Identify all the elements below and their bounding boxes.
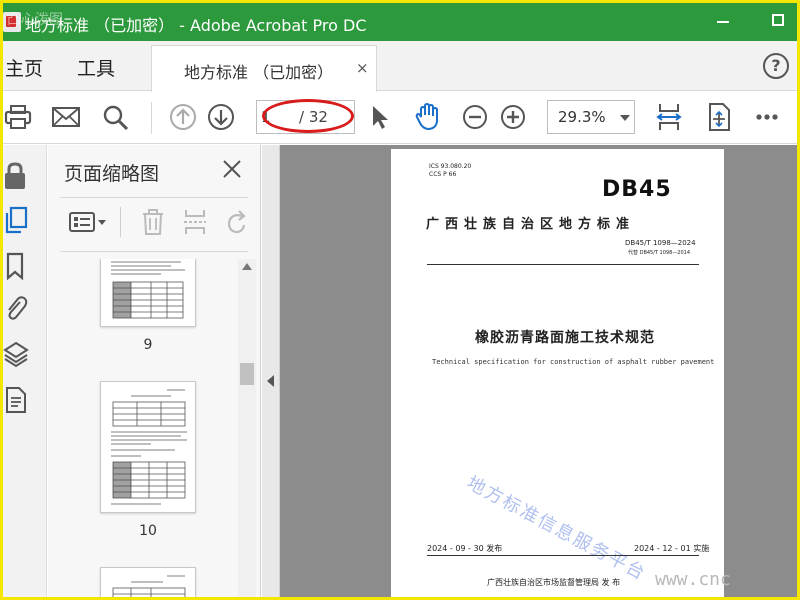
- publish-date: 2024 - 09 - 30 发布: [427, 544, 503, 553]
- window-title: 地方标准 （已加密） - Adobe Acrobat Pro DC: [25, 16, 367, 35]
- trash-icon[interactable]: [140, 207, 166, 237]
- zoom-select[interactable]: 29.3%: [547, 100, 635, 134]
- thumbnails-title: 页面缩略图: [64, 163, 160, 185]
- title-bar: 凸心泼图 地方标准 （已加密） - Adobe Acrobat Pro DC: [3, 3, 797, 41]
- footer-rule: [427, 555, 699, 556]
- close-icon[interactable]: [220, 157, 244, 181]
- minimize-icon[interactable]: [717, 21, 729, 23]
- zoom-value: 29.3%: [558, 108, 606, 126]
- select-cursor-icon[interactable]: [363, 101, 395, 133]
- standard-number: DB45/T 1098—2024: [625, 239, 696, 247]
- page-number-box: / 32: [256, 100, 355, 134]
- page-number-input[interactable]: [261, 104, 291, 130]
- zoom-out-icon[interactable]: [459, 101, 491, 133]
- scroll-thumb[interactable]: [240, 363, 254, 385]
- standard-region: 广西壮族自治区地方标准: [426, 217, 636, 232]
- attachment-icon[interactable]: [3, 293, 29, 323]
- thumbnail-options-icon[interactable]: [68, 207, 112, 237]
- thumbnail-page-number: 9: [143, 337, 153, 353]
- header-rule: [427, 264, 699, 265]
- ccs-code: CCS P 66: [429, 171, 457, 178]
- fit-page-icon[interactable]: [653, 101, 685, 133]
- thumbnail-page[interactable]: [100, 381, 196, 513]
- menu-bar: 主页 工具 地方标准 （已加密） × ?: [3, 41, 797, 92]
- implement-date: 2024 - 12 - 01 实施: [634, 544, 710, 553]
- tab-close-icon[interactable]: ×: [356, 59, 369, 77]
- acrobat-window: 凸心泼图 地方标准 （已加密） - Adobe Acrobat Pro DC 主…: [3, 3, 797, 597]
- thumbnail-list: 9 10: [48, 259, 236, 597]
- hand-icon[interactable]: [412, 101, 444, 133]
- help-icon[interactable]: ?: [763, 53, 789, 79]
- panel-collapse-handle[interactable]: [262, 145, 280, 597]
- document-icon[interactable]: [3, 385, 29, 415]
- toolbar-separator: [151, 102, 152, 134]
- document-view[interactable]: ICS 93.080.20 CCS P 66 DB45 广西壮族自治区地方标准 …: [262, 145, 797, 597]
- pdf-page: ICS 93.080.20 CCS P 66 DB45 广西壮族自治区地方标准 …: [391, 149, 724, 597]
- standard-code: DB45: [602, 177, 672, 202]
- scan-icon[interactable]: [703, 101, 735, 133]
- pages-icon[interactable]: [3, 205, 29, 235]
- replaces-standard: 代替 DB45/T 1098—2014: [628, 250, 691, 256]
- thumbnail-page[interactable]: [100, 567, 196, 597]
- prev-page-icon[interactable]: [167, 101, 199, 133]
- document-tab[interactable]: 地方标准 （已加密） ×: [151, 45, 377, 92]
- document-tab-label: 地方标准 （已加密）: [184, 63, 334, 82]
- home-menu[interactable]: 主页: [5, 54, 43, 81]
- panel-divider: [60, 251, 248, 252]
- issuer: 广西壮族自治区市场监督管理局 发 布: [487, 578, 621, 587]
- print-icon[interactable]: [3, 101, 35, 133]
- zoom-in-icon[interactable]: [497, 101, 529, 133]
- chevron-down-icon: [620, 115, 630, 121]
- next-page-icon[interactable]: [205, 101, 237, 133]
- rotate-icon[interactable]: [224, 207, 250, 237]
- panel-tool-separator: [120, 207, 121, 237]
- document-subtitle: Technical specification for construction…: [432, 358, 715, 366]
- panel-divider: [60, 197, 248, 198]
- toolbar: / 32 29.3%: [3, 92, 797, 144]
- thumbnail-page[interactable]: [100, 259, 196, 327]
- maximize-icon[interactable]: [772, 14, 784, 26]
- email-icon[interactable]: [50, 101, 82, 133]
- thumbnail-page-number: 10: [139, 523, 157, 539]
- scroll-up-icon[interactable]: [242, 263, 252, 270]
- chevron-left-icon: [267, 375, 274, 387]
- left-rail: [3, 145, 47, 597]
- document-title: 橡胶沥青路面施工技术规范: [475, 330, 655, 346]
- thumbnails-panel: 页面缩略图 9 10: [48, 145, 261, 597]
- search-icon[interactable]: [99, 101, 131, 133]
- more-icon[interactable]: [751, 101, 783, 133]
- layers-icon[interactable]: [3, 339, 29, 369]
- page-total: / 32: [299, 108, 328, 126]
- bookmark-icon[interactable]: [3, 251, 29, 281]
- ics-code: ICS 93.080.20: [429, 163, 472, 170]
- tools-menu[interactable]: 工具: [77, 54, 115, 81]
- site-watermark: www.cnc: [655, 569, 731, 590]
- thumbnail-scrollbar[interactable]: [238, 259, 256, 597]
- platform-watermark: 地方标准信息服务平台: [463, 472, 650, 585]
- lock-icon[interactable]: [3, 161, 29, 191]
- extract-pages-icon[interactable]: [182, 207, 208, 237]
